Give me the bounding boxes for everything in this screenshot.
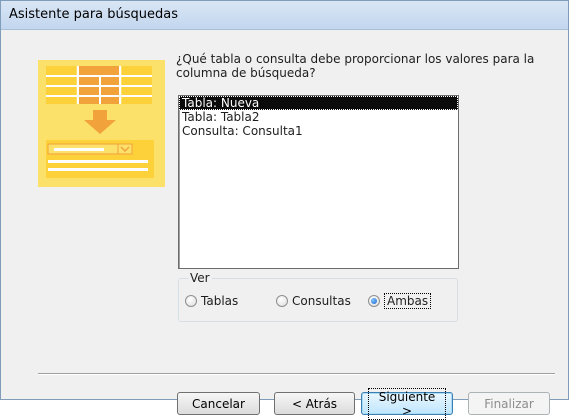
next-button[interactable]: Siguiente > bbox=[361, 387, 453, 420]
radio-queries[interactable]: Consultas bbox=[276, 293, 351, 309]
list-item[interactable]: Tabla: Nueva bbox=[179, 96, 458, 110]
radio-checked-icon[interactable] bbox=[368, 295, 380, 307]
radio-both-label: Ambas bbox=[384, 293, 432, 309]
radio-both[interactable]: Ambas bbox=[368, 293, 432, 309]
next-button-label: Siguiente > bbox=[368, 387, 446, 420]
wizard-prompt: ¿Qué tabla o consulta debe proporcionar … bbox=[176, 52, 535, 80]
table-lookup-wizard-illustration bbox=[38, 60, 165, 187]
title-bar: Asistente para búsquedas bbox=[1, 1, 568, 30]
list-item[interactable]: Tabla: Tabla2 bbox=[179, 110, 458, 124]
dialog-body: ¿Qué tabla o consulta debe proporcionar … bbox=[2, 30, 567, 420]
radio-unchecked-icon[interactable] bbox=[276, 295, 288, 307]
cancel-button[interactable]: Cancelar bbox=[177, 392, 260, 415]
radio-unchecked-icon[interactable] bbox=[185, 295, 197, 307]
window-title: Asistente para búsquedas bbox=[9, 7, 179, 22]
radio-queries-label: Consultas bbox=[292, 294, 351, 308]
footer-separator bbox=[38, 373, 555, 375]
radio-tables-label: Tablas bbox=[201, 294, 239, 308]
finish-button[interactable]: Finalizar bbox=[468, 392, 550, 415]
list-item[interactable]: Consulta: Consulta1 bbox=[179, 124, 458, 138]
lookup-wizard-dialog: Asistente para búsquedas ¿Qué tabla o co… bbox=[0, 0, 569, 420]
view-group-label: Ver bbox=[188, 271, 212, 285]
back-button[interactable]: < Atrás bbox=[274, 392, 355, 415]
tables-queries-listbox[interactable]: Tabla: Nueva Tabla: Tabla2 Consulta: Con… bbox=[178, 95, 459, 269]
illustration-graphic bbox=[38, 60, 165, 187]
radio-tables[interactable]: Tablas bbox=[185, 293, 238, 309]
